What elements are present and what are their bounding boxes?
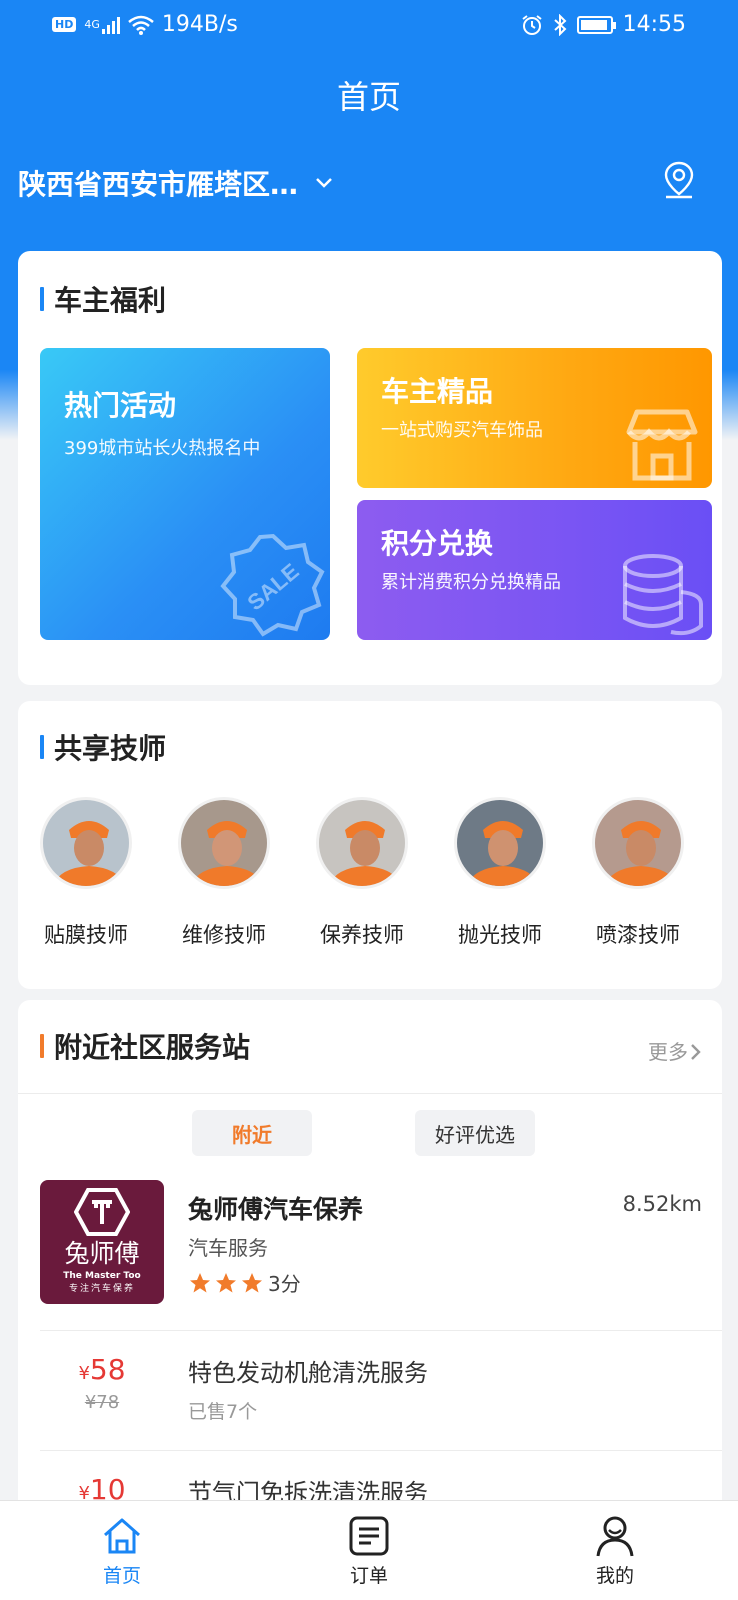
technician-label: 贴膜技师 — [44, 923, 128, 947]
tab-profile[interactable]: 我的 — [555, 1511, 675, 1588]
technician-item-maintenance[interactable]: 保养技师 — [302, 797, 422, 949]
store-logo: 兔师傅 The Master Too 专注汽车保养 — [40, 1180, 164, 1304]
hot-activity-subtitle: 399城市站长火热报名中 — [64, 438, 261, 459]
map-pin-icon — [664, 161, 694, 199]
star-icon — [242, 1272, 262, 1292]
network-speed: 194B/s — [161, 12, 238, 37]
store-logo-english: The Master Too — [63, 1271, 141, 1281]
avatar — [454, 797, 546, 889]
location-selector[interactable]: 陕西省西安市雁塔区… — [18, 163, 334, 203]
signal-icon — [101, 16, 120, 34]
alarm-icon — [521, 14, 542, 35]
more-link[interactable]: 更多 — [648, 1036, 702, 1065]
technician-item-repair[interactable]: 维修技师 — [164, 797, 284, 949]
rating-text: 3分 — [268, 1272, 301, 1296]
tab-label: 订单 — [349, 1565, 388, 1587]
technician-label: 保养技师 — [320, 923, 404, 947]
battery-icon — [576, 15, 616, 34]
store-icon — [626, 409, 698, 481]
original-price: ¥78 — [84, 1392, 120, 1413]
price-value: 58 — [89, 1353, 126, 1386]
service-item[interactable]: ¥58 ¥78 特色发动机舱清洗服务 已售7个 — [40, 1330, 722, 1450]
technician-photo-icon — [43, 800, 129, 886]
tab-label: 我的 — [595, 1565, 634, 1587]
section-title-welfare: 车主福利 — [40, 279, 166, 319]
star-icon — [216, 1272, 236, 1292]
welfare-card: 车主福利 热门活动 399城市站长火热报名中 SALE 车主精品 一站式购买汽车… — [18, 251, 722, 685]
points-exchange-subtitle: 累计消费积分兑换精品 — [381, 572, 561, 593]
service-sold-count: 已售7个 — [188, 1401, 258, 1423]
technician-photo-icon — [181, 800, 267, 886]
order-icon — [349, 1516, 389, 1556]
technician-label: 抛光技师 — [458, 923, 542, 947]
technician-item-paint[interactable]: 喷漆技师 — [578, 797, 698, 949]
location-pin-button[interactable] — [662, 160, 696, 204]
tab-home[interactable]: 首页 — [62, 1511, 182, 1588]
more-label: 更多 — [648, 1040, 688, 1064]
tab-orders[interactable]: 订单 — [309, 1511, 429, 1588]
technician-item-polish[interactable]: 抛光技师 — [440, 797, 560, 949]
store-logo-name: 兔师傅 — [64, 1239, 140, 1268]
nearby-stations-card: 附近社区服务站 更多 附近 好评优选 兔师傅 The Master Too 专注… — [18, 1000, 722, 1520]
clock: 14:55 — [622, 12, 686, 37]
store-logo-emblem-icon — [73, 1188, 131, 1236]
avatar — [40, 797, 132, 889]
service-name: 特色发动机舱清洗服务 — [188, 1359, 428, 1387]
store-distance: 8.52km — [622, 1192, 702, 1216]
sale-badge-icon: SALE — [220, 533, 325, 637]
technician-photo-icon — [595, 800, 681, 886]
points-exchange-tile[interactable]: 积分兑换 累计消费积分兑换精品 — [357, 500, 712, 640]
avatar — [178, 797, 270, 889]
store-name: 兔师傅汽车保养 — [188, 1195, 364, 1224]
premium-goods-title: 车主精品 — [381, 375, 494, 408]
tab-top-rated[interactable]: 好评优选 — [415, 1110, 535, 1156]
user-icon — [596, 1516, 634, 1557]
technician-label: 喷漆技师 — [596, 923, 680, 947]
store-rating: 3分 — [188, 1268, 301, 1297]
coins-icon — [623, 554, 703, 636]
divider — [18, 1093, 722, 1094]
currency-symbol: ¥ — [78, 1363, 90, 1384]
sale-badge-text: SALE — [243, 558, 304, 615]
technician-photo-icon — [457, 800, 543, 886]
hot-activity-tile[interactable]: 热门活动 399城市站长火热报名中 SALE — [40, 348, 330, 640]
star-icon — [190, 1272, 210, 1292]
avatar — [316, 797, 408, 889]
bluetooth-icon — [553, 13, 567, 36]
technician-item-film[interactable]: 贴膜技师 — [26, 797, 146, 949]
technician-label: 维修技师 — [182, 923, 266, 947]
chevron-right-icon — [691, 1044, 701, 1060]
tab-label: 首页 — [102, 1565, 141, 1587]
wifi-icon — [128, 15, 154, 35]
service-price: ¥58 ¥78 — [40, 1353, 164, 1413]
page-title: 首页 — [336, 78, 401, 116]
location-text: 陕西省西安市雁塔区… — [18, 168, 299, 201]
technician-photo-icon — [319, 800, 405, 886]
technicians-card: 共享技师 贴膜技师 维修技师 保养技师 抛光技师 喷漆技师 — [18, 701, 722, 989]
premium-goods-subtitle: 一站式购买汽车饰品 — [381, 420, 543, 441]
section-title-nearby: 附近社区服务站 — [40, 1026, 250, 1066]
store-logo-tagline: 专注汽车保养 — [68, 1284, 135, 1294]
network-type: 4G — [84, 18, 100, 31]
premium-goods-tile[interactable]: 车主精品 一站式购买汽车饰品 — [357, 348, 712, 488]
chevron-down-icon — [316, 178, 332, 188]
home-icon — [104, 1518, 140, 1554]
tab-nearby[interactable]: 附近 — [192, 1110, 312, 1156]
status-bar: HD 4G 194B/s 14:55 — [0, 0, 738, 50]
section-title-technicians: 共享技师 — [40, 727, 166, 767]
points-exchange-title: 积分兑换 — [381, 527, 494, 560]
avatar — [592, 797, 684, 889]
hd-icon: HD — [52, 17, 77, 32]
bottom-tab-bar: 首页 订单 我的 — [0, 1500, 738, 1600]
store-category: 汽车服务 — [188, 1236, 268, 1260]
hot-activity-title: 热门活动 — [64, 389, 177, 422]
